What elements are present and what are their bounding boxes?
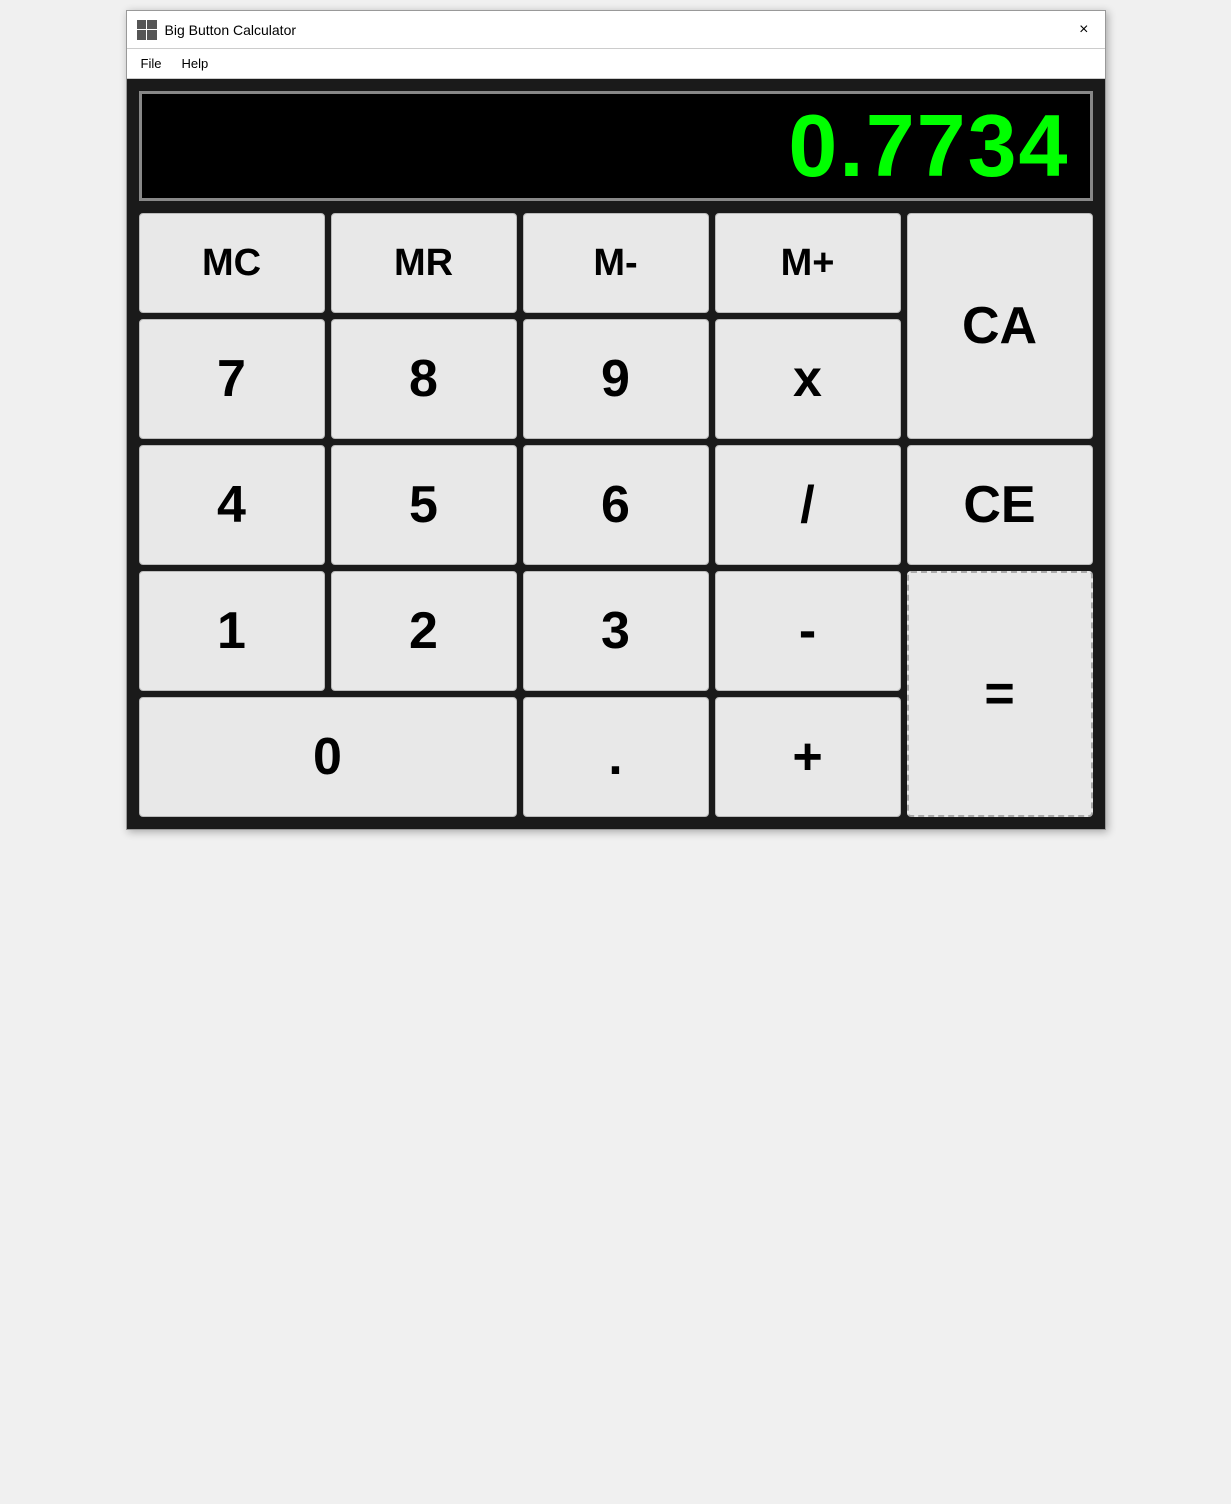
app-icon (137, 20, 157, 40)
button-divide[interactable]: / (715, 445, 901, 565)
button-2[interactable]: 2 (331, 571, 517, 691)
close-button[interactable]: × (1073, 19, 1094, 41)
display-value: 0.7734 (788, 95, 1069, 197)
menu-help[interactable]: Help (173, 54, 216, 73)
button-7[interactable]: 7 (139, 319, 325, 439)
button-equals[interactable]: = (907, 571, 1093, 817)
title-bar: Big Button Calculator × (127, 11, 1105, 49)
menu-bar: File Help (127, 49, 1105, 79)
button-mr[interactable]: MR (331, 213, 517, 313)
button-8[interactable]: 8 (331, 319, 517, 439)
calculator-body: 0.7734 MC MR M- M+ CA 7 8 9 x 4 5 6 / CE… (127, 79, 1105, 829)
menu-file[interactable]: File (133, 54, 170, 73)
button-mminus[interactable]: M- (523, 213, 709, 313)
button-ca[interactable]: CA (907, 213, 1093, 439)
window-title: Big Button Calculator (165, 22, 297, 38)
buttons-grid: MC MR M- M+ CA 7 8 9 x 4 5 6 / CE 1 2 3 … (139, 213, 1093, 817)
button-6[interactable]: 6 (523, 445, 709, 565)
button-5[interactable]: 5 (331, 445, 517, 565)
button-3[interactable]: 3 (523, 571, 709, 691)
button-subtract[interactable]: - (715, 571, 901, 691)
button-4[interactable]: 4 (139, 445, 325, 565)
button-mplus[interactable]: M+ (715, 213, 901, 313)
button-ce[interactable]: CE (907, 445, 1093, 565)
button-1[interactable]: 1 (139, 571, 325, 691)
button-0[interactable]: 0 (139, 697, 517, 817)
button-9[interactable]: 9 (523, 319, 709, 439)
button-decimal[interactable]: . (523, 697, 709, 817)
button-mc[interactable]: MC (139, 213, 325, 313)
title-bar-left: Big Button Calculator (137, 20, 297, 40)
button-add[interactable]: + (715, 697, 901, 817)
calculator-display: 0.7734 (139, 91, 1093, 201)
calculator-window: Big Button Calculator × File Help 0.7734… (126, 10, 1106, 830)
button-multiply[interactable]: x (715, 319, 901, 439)
